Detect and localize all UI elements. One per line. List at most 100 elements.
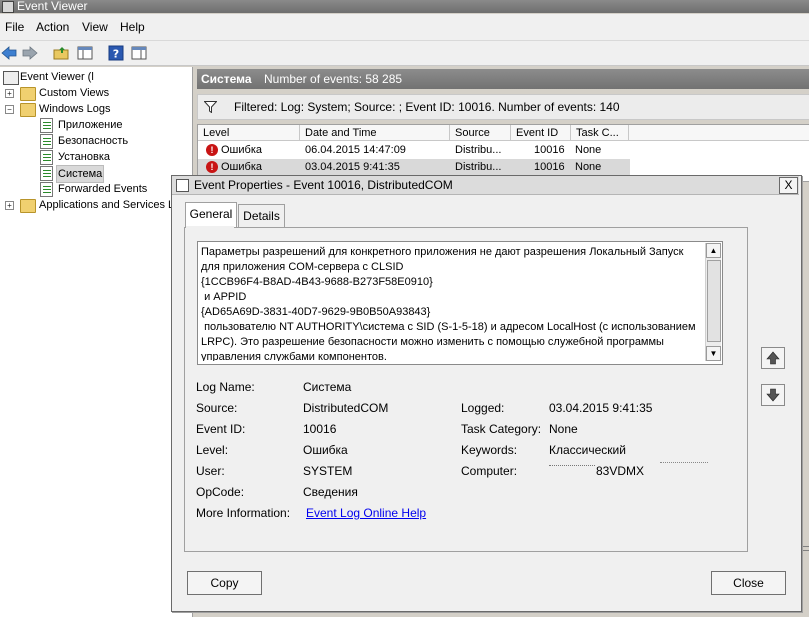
tree-label: Установка	[58, 151, 110, 163]
folder-icon	[20, 199, 36, 213]
dialog-title-bar: Event Properties - Event 10016, Distribu…	[172, 176, 799, 195]
error-icon: !	[206, 161, 218, 173]
column-level[interactable]: Level	[198, 125, 300, 141]
computer-value: 83VDMX	[596, 464, 645, 478]
source-label: Source:	[196, 401, 238, 415]
copy-button[interactable]: Copy	[187, 571, 262, 595]
expand-icon[interactable]: +	[5, 89, 14, 98]
more-information-label: More Information:	[196, 506, 291, 520]
log-name-label: Log Name:	[196, 380, 255, 394]
properties-icon[interactable]	[130, 44, 148, 62]
menu-action[interactable]: Action	[36, 20, 69, 34]
keywords-label: Keywords:	[461, 443, 518, 457]
filter-bar: Filtered: Log: System; Source: ; Event I…	[197, 94, 809, 120]
tree-node-setup-log[interactable]: Установка	[38, 149, 188, 165]
task-category-label: Task Category:	[461, 422, 542, 436]
event-id-label: Event ID:	[196, 422, 246, 436]
next-event-button[interactable]	[761, 384, 785, 406]
event-description: Параметры разрешений для конкретного при…	[201, 246, 696, 361]
menu-help[interactable]: Help	[120, 20, 145, 34]
event-viewer-icon	[2, 1, 14, 13]
user-value: SYSTEM	[303, 464, 353, 478]
table-row[interactable]: ! Ошибка 06.04.2015 14:47:09 Distribu...…	[198, 142, 630, 159]
computer-redaction	[549, 464, 595, 478]
column-source[interactable]: Source	[450, 125, 511, 141]
folder-icon	[20, 103, 36, 117]
scroll-down-arrow-icon[interactable]: ▼	[706, 346, 721, 361]
table-row[interactable]: ! Ошибка 03.04.2015 9:41:35 Distribu... …	[198, 159, 630, 176]
log-icon	[40, 150, 53, 165]
folder-icon	[20, 87, 36, 101]
column-event-id[interactable]: Event ID	[511, 125, 571, 141]
log-icon	[40, 166, 53, 181]
tree-node-security-log[interactable]: Безопасность	[38, 133, 188, 149]
tree-node-applications-services[interactable]: + Applications and Services Lo	[3, 197, 191, 213]
tree-node-system-log[interactable]: Система	[38, 165, 188, 183]
show-hide-tree-icon[interactable]	[76, 44, 94, 62]
events-grid: Level Date and Time Source Event ID Task…	[197, 124, 809, 182]
tree-label: Windows Logs	[39, 103, 111, 115]
tree-node-forwarded-events[interactable]: Forwarded Events	[38, 181, 188, 197]
event-log-online-help-link[interactable]: Event Log Online Help	[306, 506, 426, 520]
level-label: Level:	[196, 443, 229, 457]
log-header: Система Number of events: 58 285	[197, 69, 809, 89]
collapse-icon[interactable]: −	[5, 105, 14, 114]
event-id-value: 10016	[303, 422, 337, 436]
up-folder-icon[interactable]	[52, 44, 70, 62]
tab-details[interactable]: Details	[238, 204, 285, 227]
tree-node-custom-views[interactable]: + Custom Views	[3, 85, 191, 101]
cell-date: 06.04.2015 14:47:09	[305, 144, 406, 156]
computer-redaction-marks	[660, 462, 708, 467]
log-icon	[40, 118, 53, 133]
menu-file[interactable]: File	[5, 20, 24, 34]
close-button[interactable]: Close	[711, 571, 786, 595]
menu-bar: File Action View Help	[0, 14, 809, 41]
cell-source: Distribu...	[455, 161, 502, 173]
cell-date: 03.04.2015 9:41:35	[305, 161, 400, 173]
window-title: Event Viewer	[17, 0, 88, 13]
event-icon	[176, 179, 189, 192]
cell-event-id: 10016	[534, 144, 565, 156]
tab-general[interactable]: General	[185, 202, 237, 228]
menu-view[interactable]: View	[82, 20, 108, 34]
cell-task: None	[575, 144, 602, 156]
tree-node-windows-logs[interactable]: − Windows Logs	[3, 101, 191, 117]
error-icon: !	[206, 144, 218, 156]
tree-label: Applications and Services Lo	[39, 199, 181, 211]
dialog-close-button[interactable]: X	[779, 177, 798, 194]
tab-joint	[186, 226, 234, 229]
scroll-thumb[interactable]	[707, 260, 721, 342]
tree-node-application-log[interactable]: Приложение	[38, 117, 188, 133]
back-arrow-icon[interactable]	[0, 44, 18, 62]
description-scrollbar[interactable]: ▲ ▼	[705, 243, 721, 361]
svg-text:?: ?	[113, 48, 119, 61]
cell-level: Ошибка	[221, 161, 262, 173]
event-count: Number of events: 58 285	[264, 72, 403, 86]
scroll-up-arrow-icon[interactable]: ▲	[706, 243, 721, 258]
tree-label: Приложение	[58, 119, 123, 131]
opcode-value: Сведения	[303, 485, 358, 499]
log-icon	[40, 134, 53, 149]
tree-label: Безопасность	[58, 135, 129, 147]
tree-label: Custom Views	[39, 87, 110, 99]
help-icon[interactable]: ?	[107, 44, 125, 62]
down-arrow-icon	[766, 388, 780, 402]
log-title: Система	[201, 72, 252, 86]
column-task[interactable]: Task C...	[571, 125, 629, 141]
cell-source: Distribu...	[455, 144, 502, 156]
up-arrow-icon	[766, 351, 780, 365]
user-label: User:	[196, 464, 225, 478]
previous-event-button[interactable]	[761, 347, 785, 369]
keywords-value: Классический	[549, 443, 626, 457]
event-viewer-icon	[3, 71, 19, 85]
navigation-tree: Event Viewer (l + Custom Views − Windows…	[0, 67, 193, 617]
column-date[interactable]: Date and Time	[300, 125, 450, 141]
opcode-label: OpCode:	[196, 485, 245, 499]
expand-icon[interactable]: +	[5, 201, 14, 210]
cell-task: None	[575, 161, 602, 173]
tree-label: Event Viewer (l	[20, 71, 94, 83]
log-name-value: Система	[303, 380, 352, 394]
description-box[interactable]: Параметры разрешений для конкретного при…	[197, 241, 723, 365]
forward-arrow-icon[interactable]	[21, 44, 39, 62]
level-value: Ошибка	[303, 443, 348, 457]
